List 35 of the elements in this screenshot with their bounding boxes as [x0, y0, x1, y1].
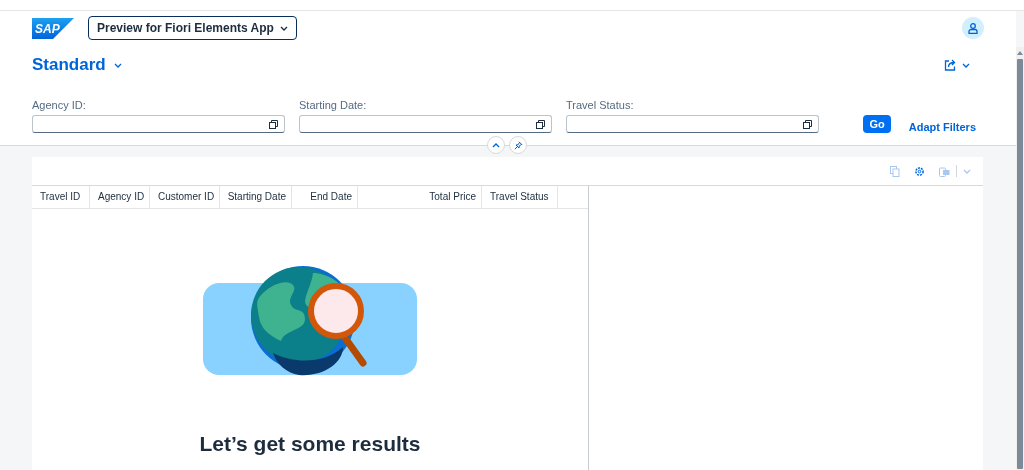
chevron-down-icon	[963, 168, 971, 174]
filter-input-field[interactable]	[566, 115, 819, 133]
chevron-down-icon	[279, 25, 288, 31]
adapt-filters-button[interactable]: Adapt Filters	[904, 121, 984, 133]
column-header[interactable]: Travel ID	[32, 186, 90, 208]
app-title-menu-button[interactable]: Preview for Fiori Elements App	[88, 16, 297, 40]
variant-selector[interactable]: Standard	[32, 55, 122, 75]
column-header[interactable]: Starting Date	[220, 186, 292, 208]
sap-logo: SAP	[32, 17, 74, 39]
settings-icon[interactable]	[914, 165, 925, 177]
share-icon	[944, 59, 956, 71]
export-icon	[939, 165, 950, 177]
filter-input-field[interactable]	[299, 115, 552, 133]
go-button[interactable]: Go	[863, 115, 891, 133]
column-header[interactable]: Customer ID	[150, 186, 220, 208]
column-header[interactable]: Agency ID	[90, 186, 150, 208]
value-help-icon	[536, 119, 545, 129]
scroll-up-arrow-icon[interactable]	[1017, 50, 1023, 55]
empty-state-title: Let’s get some results	[199, 431, 421, 457]
chevron-down-icon	[962, 62, 970, 68]
chevron-down-icon	[113, 62, 122, 68]
column-header[interactable]: Total Price	[358, 186, 482, 208]
filter-label: Starting Date:	[299, 99, 368, 111]
chevron-up-icon	[492, 142, 500, 148]
filter-label: Agency ID:	[32, 99, 87, 111]
filter-label: Travel Status:	[566, 99, 635, 111]
pin-icon	[513, 140, 523, 150]
scrollbar-thumb[interactable]	[1017, 59, 1023, 469]
scrollbar[interactable]	[1016, 47, 1024, 470]
user-avatar-icon[interactable]	[962, 17, 984, 39]
column-header[interactable]: Travel Status	[482, 186, 558, 208]
value-help-icon	[269, 119, 278, 129]
filter-input-field[interactable]	[32, 115, 285, 133]
value-help-icon	[803, 119, 812, 129]
column-header[interactable]: End Date	[292, 186, 358, 208]
